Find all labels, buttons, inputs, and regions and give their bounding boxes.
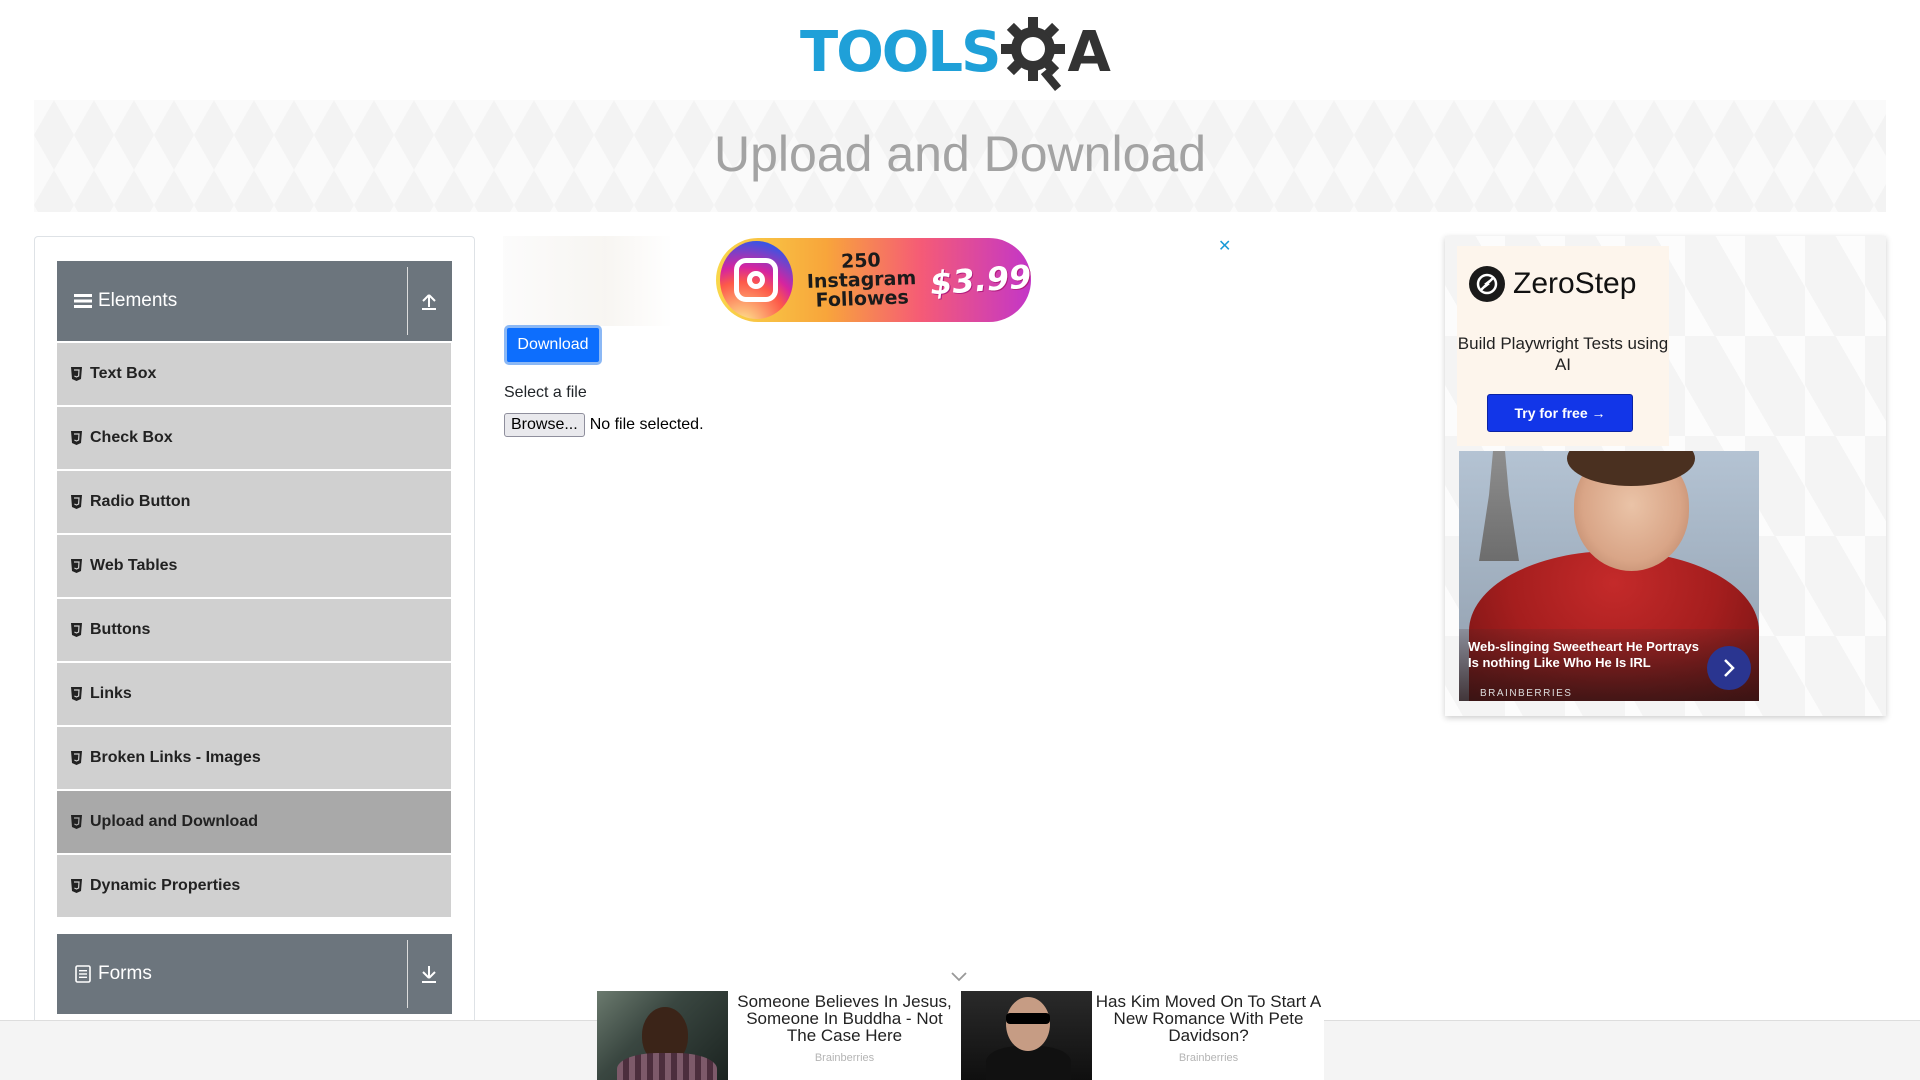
html5-icon: [71, 431, 82, 445]
html5-icon: [71, 367, 82, 381]
sidebar-item-text-box[interactable]: Text Box: [57, 343, 451, 405]
sidebar-item-label: Radio Button: [90, 493, 191, 510]
ad-source: Brainberries: [814, 1052, 875, 1064]
ad-close-icon[interactable]: ✕: [1218, 236, 1231, 256]
sidebar-group-label: Elements: [98, 290, 178, 311]
html5-icon: [71, 495, 82, 509]
divider: [407, 267, 408, 335]
sidebar-item-label: Check Box: [90, 429, 173, 446]
zerostep-name: ZeroStep: [1513, 267, 1637, 300]
html5-icon: [71, 687, 82, 701]
ad-source: Brainberries: [1178, 1052, 1239, 1064]
sidebar-item-broken-links-images[interactable]: Broken Links - Images: [57, 727, 451, 789]
ad-caption: Web-slinging Sweetheart He Portrays Is n…: [1459, 629, 1759, 701]
ad-thumbnail: [597, 991, 728, 1080]
page-banner: Upload and Download: [34, 100, 1886, 212]
download-button[interactable]: Download: [504, 325, 602, 365]
sidebar-item-label: Upload and Download: [90, 813, 258, 830]
next-arrow-button[interactable]: [1707, 646, 1751, 690]
sidebar-group-label: Forms: [98, 963, 152, 984]
sidebar-item-radio-button[interactable]: Radio Button: [57, 471, 451, 533]
bottom-ad-2[interactable]: Has Kim Moved On To Start A New Romance …: [961, 991, 1325, 1080]
bottom-ads: Someone Believes In Jesus, Someone In Bu…: [597, 991, 1324, 1080]
zerostep-ad-card[interactable]: ZeroStep Build Playwright Tests using AI…: [1457, 246, 1669, 446]
logo-text-tools: TOOLS: [800, 20, 1001, 85]
sidebar-item-web-tables[interactable]: Web Tables: [57, 535, 451, 597]
ad-source: BRAINBERRIES: [1480, 688, 1573, 699]
sidebar-item-check-box[interactable]: Check Box: [57, 407, 451, 469]
toolsqa-logo[interactable]: TOOLS A: [800, 14, 1125, 92]
chevron-down-icon[interactable]: [950, 970, 968, 984]
ad-faded-image: [503, 236, 673, 326]
zerostep-logo-icon: [1469, 266, 1505, 302]
ad-price: $3.99: [928, 257, 1033, 303]
page-title: Upload and Download: [713, 126, 1207, 182]
sidebar-item-buttons[interactable]: Buttons: [57, 599, 451, 661]
ad-offer-line1: 250 Instagram: [806, 248, 917, 293]
zerostep-brand: ZeroStep: [1469, 266, 1636, 302]
ad-offer-line2: Followes: [814, 285, 909, 312]
gear-magnifier-icon: [1001, 17, 1066, 91]
instagram-followers-ad[interactable]: 250 Instagram Followes $3.99: [716, 238, 1033, 322]
divider: [407, 940, 408, 1008]
ad-offer-text: 250 Instagram Followes: [800, 248, 923, 312]
hamburger-icon: [74, 294, 92, 308]
browse-button[interactable]: Browse...: [504, 413, 585, 437]
sidebar-item-upload-and-download[interactable]: Upload and Download: [57, 791, 451, 853]
try-for-free-button[interactable]: Try for free →: [1487, 394, 1633, 432]
form-list-icon: [75, 965, 91, 983]
sidebar-item-links[interactable]: Links: [57, 663, 451, 725]
html5-icon: [71, 879, 82, 893]
page: TOOLS A Upload and Download Elements Tex…: [0, 0, 1920, 1080]
top-advertisement[interactable]: 250 Instagram Followes $3.99 ✕: [503, 236, 1238, 326]
ad-title: Someone Believes In Jesus, Someone In Bu…: [737, 992, 952, 1045]
chevron-right-icon: [1724, 659, 1735, 677]
sidebar-item-label: Broken Links - Images: [90, 749, 261, 766]
collapse-up-arrow-icon[interactable]: [419, 291, 439, 311]
zerostep-tagline: Build Playwright Tests using AI: [1457, 334, 1669, 374]
upload-file-input[interactable]: Browse... No file selected.: [504, 413, 704, 437]
sidebar-group-elements[interactable]: Elements: [57, 261, 452, 341]
html5-icon: [71, 815, 82, 829]
sidebar-item-dynamic-properties[interactable]: Dynamic Properties: [57, 855, 451, 917]
sidebar-item-label: Text Box: [90, 365, 157, 382]
bottom-ad-1[interactable]: Someone Believes In Jesus, Someone In Bu…: [597, 991, 961, 1080]
ad-text: Has Kim Moved On To Start A New Romance …: [1092, 991, 1325, 1080]
sidebar-group-forms[interactable]: Forms: [57, 934, 452, 1014]
html5-icon: [71, 751, 82, 765]
html5-icon: [71, 559, 82, 573]
select-file-label: Select a file: [504, 384, 587, 401]
expand-down-arrow-icon[interactable]: [419, 964, 439, 984]
sidebar-item-label: Buttons: [90, 621, 151, 638]
sidebar: Elements Text Box Check Box Radio Button…: [34, 236, 475, 1080]
sidebar-item-label: Web Tables: [90, 557, 178, 574]
ad-photo-building: [1479, 451, 1519, 561]
html5-icon: [71, 623, 82, 637]
brainberries-ad[interactable]: Web-slinging Sweetheart He Portrays Is n…: [1459, 451, 1759, 701]
sidebar-item-label: Dynamic Properties: [90, 877, 241, 894]
ad-thumbnail: [961, 991, 1092, 1080]
sidebar-menu: Text Box Check Box Radio Button Web Tabl…: [57, 343, 451, 919]
instagram-icon: [720, 241, 793, 319]
ad-caption-text: Web-slinging Sweetheart He Portrays Is n…: [1468, 639, 1699, 670]
sidebar-item-label: Links: [90, 685, 132, 702]
ad-text: Someone Believes In Jesus, Someone In Bu…: [728, 991, 961, 1080]
ad-title: Has Kim Moved On To Start A New Romance …: [1095, 992, 1322, 1045]
logo-text-a: A: [1067, 20, 1111, 85]
right-advertisement[interactable]: ZeroStep Build Playwright Tests using AI…: [1445, 236, 1886, 716]
file-status-text: No file selected.: [589, 416, 704, 433]
